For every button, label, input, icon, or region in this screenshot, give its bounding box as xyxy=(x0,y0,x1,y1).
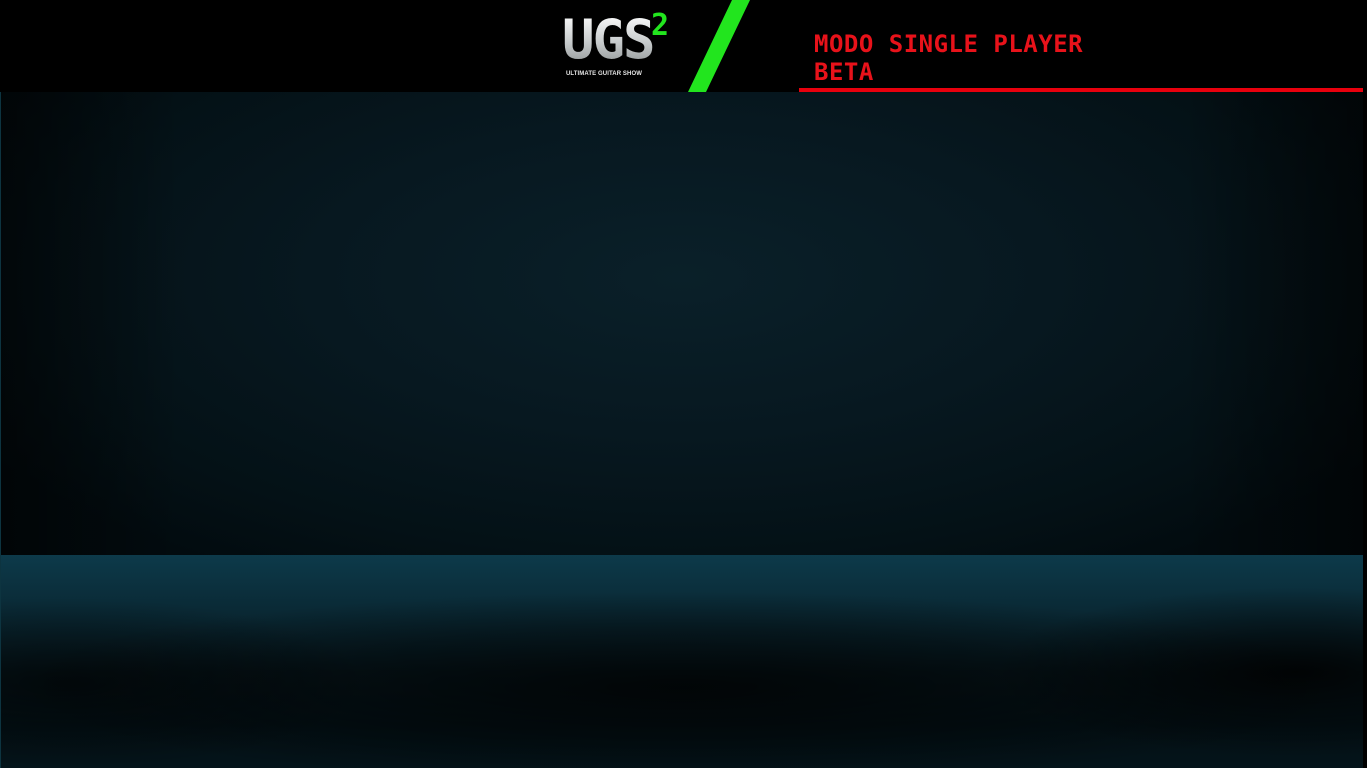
wall-shadow-left xyxy=(1,92,181,555)
mode-title: MODO SINGLE PLAYER BETA xyxy=(814,30,1083,86)
mode-title-line1: MODO SINGLE PLAYER xyxy=(814,30,1084,58)
green-slash-decoration xyxy=(688,0,750,92)
logo-tagline: ULTIMATE GUITAR SHOW xyxy=(566,71,642,77)
ugs2-logo: UGS 2 ULTIMATE GUITAR SHOW xyxy=(562,8,672,82)
logo-superscript: 2 xyxy=(651,8,670,43)
top-header-bar: UGS 2 ULTIMATE GUITAR SHOW MODO SINGLE P… xyxy=(0,0,1367,93)
floor-shadow xyxy=(1,555,1363,768)
mode-title-line2: BETA xyxy=(814,58,874,86)
stage-back-wall xyxy=(1,92,1363,555)
game-screen: UGS 2 ULTIMATE GUITAR SHOW MODO SINGLE P… xyxy=(0,0,1367,768)
stage-background xyxy=(1,92,1363,768)
wall-shadow-right xyxy=(1183,92,1363,555)
logo-wordmark: UGS xyxy=(562,8,656,71)
